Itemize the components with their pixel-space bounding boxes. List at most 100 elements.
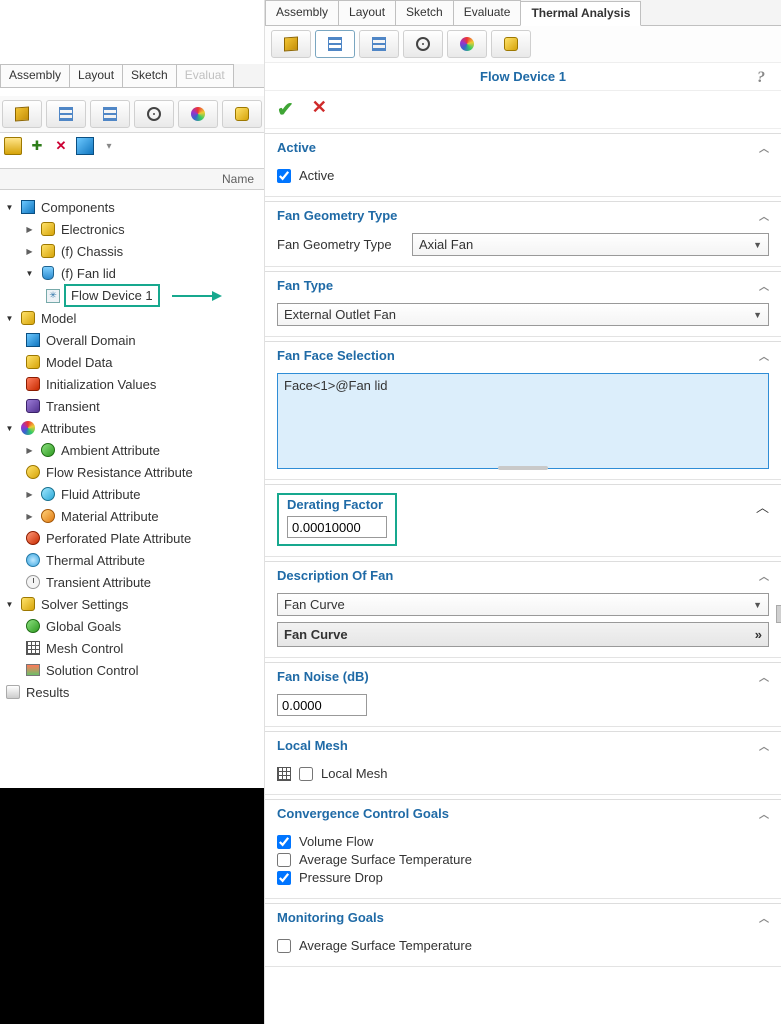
conv-volumeflow-checkbox[interactable] — [277, 835, 291, 849]
section-head-derate[interactable]: Derating Factor — [287, 495, 387, 516]
toolbar-btn-color[interactable] — [178, 100, 218, 128]
section-head-fantype[interactable]: Fan Type ︿ — [265, 272, 781, 299]
rtb-target[interactable] — [403, 30, 443, 58]
section-title: Description Of Fan — [277, 568, 393, 583]
arrow-annotation-icon — [172, 288, 222, 304]
mini-tool-4[interactable] — [76, 137, 94, 155]
active-checkbox[interactable] — [277, 169, 291, 183]
left-tab-assembly[interactable]: Assembly — [0, 64, 70, 87]
mesh-icon — [277, 767, 291, 781]
toolbar-btn-target[interactable] — [134, 100, 174, 128]
section-head-desc[interactable]: Description Of Fan ︿ — [265, 562, 781, 589]
section-title: Active — [277, 140, 316, 155]
derating-highlight: Derating Factor — [277, 493, 397, 546]
mini-tool-3[interactable]: ✕ — [52, 137, 70, 155]
section-head-active[interactable]: Active ︿ — [265, 134, 781, 161]
conv-pressuredrop-checkbox[interactable] — [277, 871, 291, 885]
mini-tool-5[interactable]: ▾ — [100, 137, 118, 155]
tree-node-solver[interactable]: Solver Settings — [2, 593, 262, 615]
tree-node-chassis[interactable]: (f) Chassis — [22, 240, 262, 262]
tree-node-transattr[interactable]: Transient Attribute — [22, 571, 262, 593]
cancel-button[interactable]: ✕ — [312, 97, 327, 122]
derating-input[interactable] — [287, 516, 387, 538]
resize-grip-icon[interactable] — [498, 466, 548, 470]
tree-node-electronics[interactable]: Electronics — [22, 218, 262, 240]
face-selection-listbox[interactable]: Face<1>@Fan lid — [277, 373, 769, 469]
tree-node-results[interactable]: Results — [2, 681, 262, 703]
left-tab-evaluate[interactable]: Evaluat — [176, 64, 234, 87]
fantype-combo-value: External Outlet Fan — [284, 307, 396, 322]
tree-node-flowres[interactable]: Flow Resistance Attribute — [22, 461, 262, 483]
ambient-icon — [39, 441, 57, 459]
tree-node-meshctrl[interactable]: Mesh Control — [22, 637, 262, 659]
rtb-color[interactable] — [447, 30, 487, 58]
rtb-last[interactable] — [491, 30, 531, 58]
tree-node-fanlid[interactable]: (f) Fan lid — [22, 262, 262, 284]
twisty-icon[interactable] — [24, 511, 35, 522]
section-head-monitoring[interactable]: Monitoring Goals ︿ — [265, 904, 781, 931]
right-tab-sketch[interactable]: Sketch — [395, 0, 454, 25]
left-tab-layout[interactable]: Layout — [69, 64, 123, 87]
right-tab-evaluate[interactable]: Evaluate — [453, 0, 522, 25]
face-selection-item[interactable]: Face<1>@Fan lid — [284, 378, 388, 393]
right-tab-assembly[interactable]: Assembly — [265, 0, 339, 25]
tree-node-perfplate[interactable]: Perforated Plate Attribute — [22, 527, 262, 549]
tree-node-overalldomain[interactable]: Overall Domain — [22, 329, 262, 351]
rtb-list[interactable] — [315, 30, 355, 58]
section-head-convergence[interactable]: Convergence Control Goals ︿ — [265, 800, 781, 827]
toolbar-btn-last[interactable] — [222, 100, 262, 128]
chevron-down-icon: ▼ — [753, 600, 762, 610]
tree-node-flowdevice1[interactable]: Flow Device 1 — [42, 284, 262, 307]
help-icon[interactable]: ? — [757, 69, 765, 87]
mini-tool-2[interactable] — [28, 137, 46, 155]
tree-node-modeldata[interactable]: Model Data — [22, 351, 262, 373]
mon-avgsurftemp-checkbox[interactable] — [277, 939, 291, 953]
twisty-icon[interactable] — [4, 313, 15, 324]
twisty-icon[interactable] — [24, 224, 35, 235]
twisty-icon[interactable] — [24, 445, 35, 456]
twisty-icon[interactable] — [24, 489, 35, 500]
tree-node-model[interactable]: Model — [2, 307, 262, 329]
toolbar-btn-hier[interactable] — [90, 100, 130, 128]
tree-node-solctrl[interactable]: Solution Control — [22, 659, 262, 681]
rtb-hier[interactable] — [359, 30, 399, 58]
desc-combo[interactable]: Fan Curve ▼ — [277, 593, 769, 616]
right-toolbar — [265, 26, 781, 63]
tree-node-fluidattr[interactable]: Fluid Attribute — [22, 483, 262, 505]
tree-node-thermal[interactable]: Thermal Attribute — [22, 549, 262, 571]
tree-node-transient[interactable]: Transient — [22, 395, 262, 417]
twisty-icon[interactable] — [4, 202, 15, 213]
ok-button[interactable]: ✔ — [277, 97, 294, 122]
section-head-noise[interactable]: Fan Noise (dB) ︿ — [265, 663, 781, 690]
geom-combo-value: Axial Fan — [419, 237, 473, 252]
conv-label: Average Surface Temperature — [299, 852, 472, 867]
tree-node-initvals[interactable]: Initialization Values — [22, 373, 262, 395]
tree-node-components[interactable]: Components — [2, 196, 262, 218]
mini-tool-1[interactable] — [4, 137, 22, 155]
noise-input[interactable] — [277, 694, 367, 716]
section-head-localmesh[interactable]: Local Mesh ︿ — [265, 732, 781, 759]
left-tab-sketch[interactable]: Sketch — [122, 64, 177, 87]
fan-curve-link[interactable]: Fan Curve » — [277, 622, 769, 647]
toolbar-btn-list[interactable] — [46, 100, 86, 128]
geom-combo[interactable]: Axial Fan ▼ — [412, 233, 769, 256]
panel-resize-handle[interactable] — [776, 605, 781, 623]
twisty-icon[interactable] — [4, 599, 15, 610]
localmesh-checkbox[interactable] — [299, 767, 313, 781]
right-tab-layout[interactable]: Layout — [338, 0, 396, 25]
twisty-icon[interactable] — [4, 423, 15, 434]
right-tab-thermal[interactable]: Thermal Analysis — [520, 1, 641, 26]
tree-node-ambient[interactable]: Ambient Attribute — [22, 439, 262, 461]
tree-node-globalgoals[interactable]: Global Goals — [22, 615, 262, 637]
toolbar-btn-cube[interactable] — [2, 100, 42, 128]
tree-node-attributes[interactable]: Attributes — [2, 417, 262, 439]
fantype-combo[interactable]: External Outlet Fan ▼ — [277, 303, 769, 326]
tree-area: Components Electronics (f) Chassis — [0, 192, 264, 723]
twisty-icon[interactable] — [24, 246, 35, 257]
conv-avgsurftemp-checkbox[interactable] — [277, 853, 291, 867]
twisty-icon[interactable] — [24, 268, 35, 279]
section-head-geom[interactable]: Fan Geometry Type ︿ — [265, 202, 781, 229]
rtb-cube[interactable] — [271, 30, 311, 58]
section-head-face[interactable]: Fan Face Selection ︿ — [265, 342, 781, 369]
tree-node-material[interactable]: Material Attribute — [22, 505, 262, 527]
